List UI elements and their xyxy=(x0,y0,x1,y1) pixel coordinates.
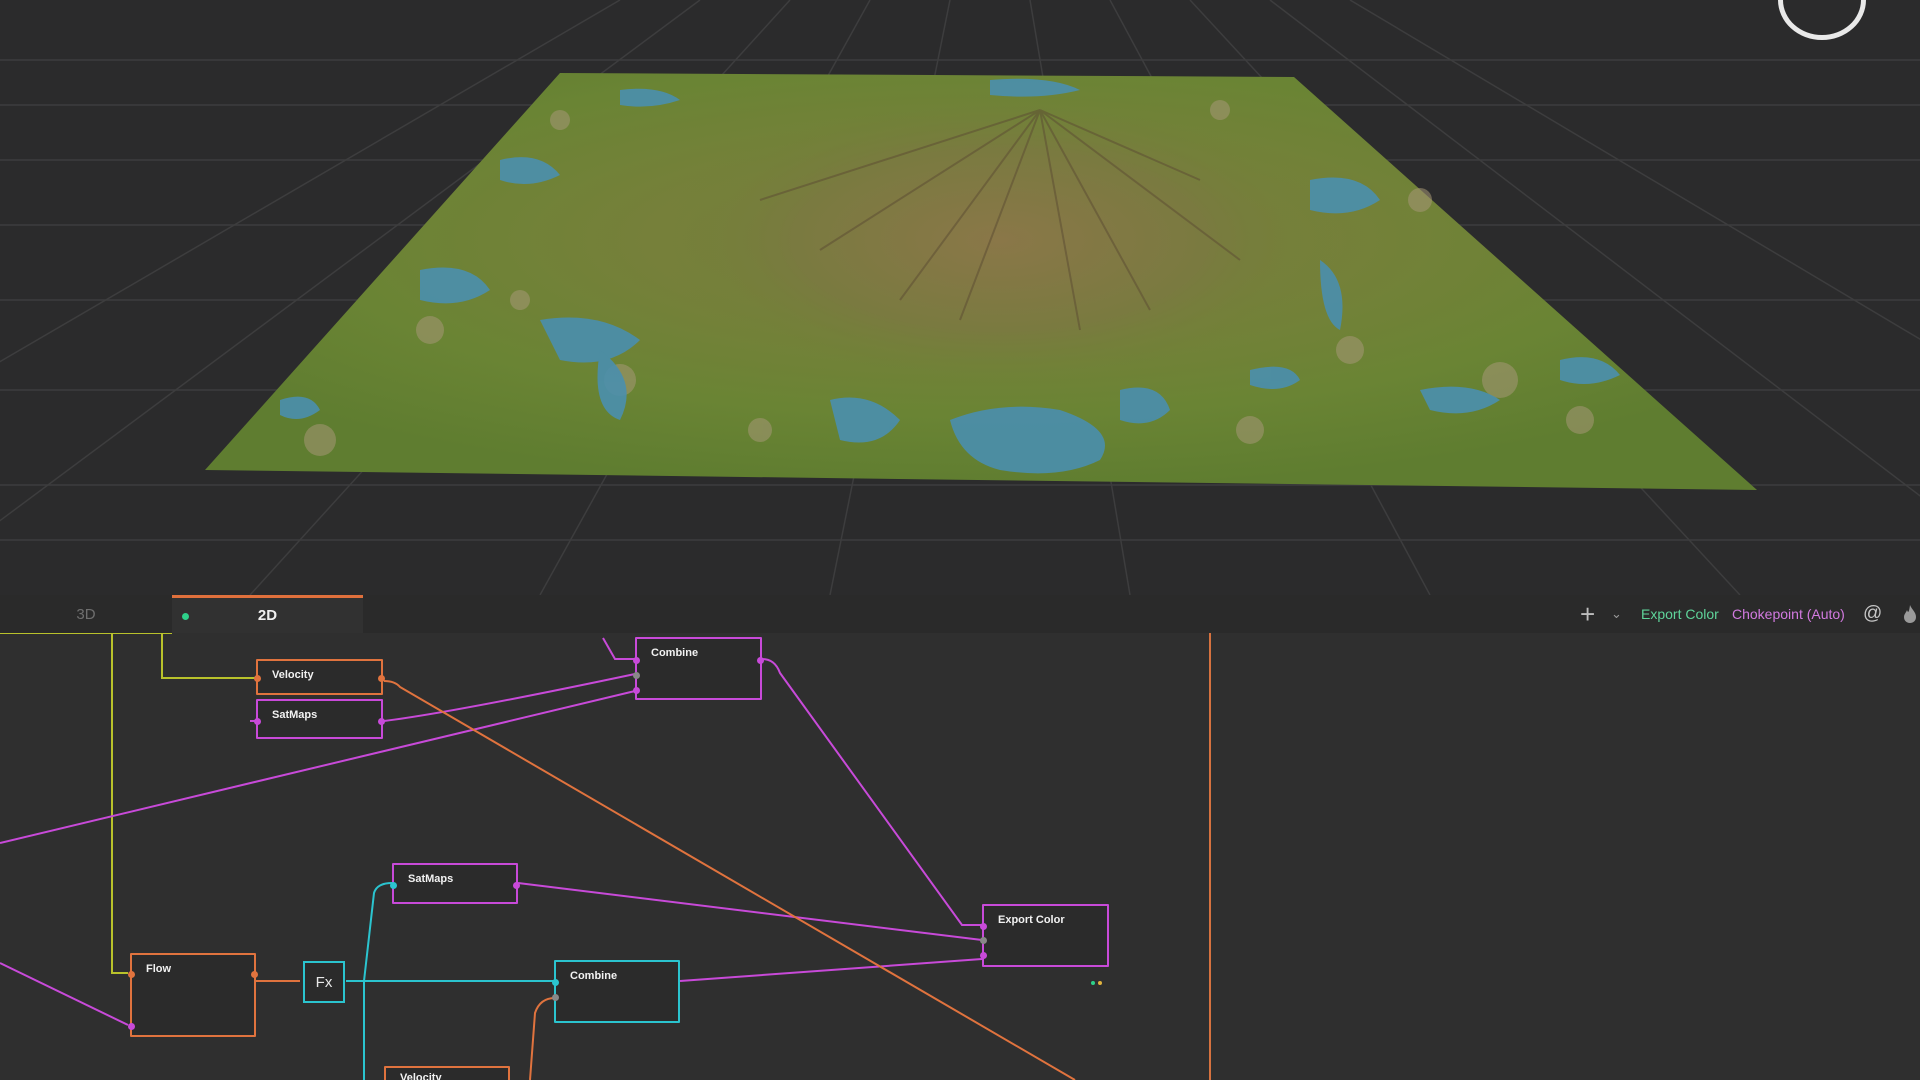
node-title: Velocity xyxy=(272,669,314,681)
wire-left-flow xyxy=(0,962,129,1026)
input-port[interactable] xyxy=(633,657,640,664)
node-fx[interactable]: Fx xyxy=(303,961,345,1003)
graph-tabbar: 3D 2D + ⌄ Export Color Chokepoint (Auto)… xyxy=(0,595,1920,633)
input-port[interactable] xyxy=(552,994,559,1001)
chokepoint-button[interactable]: Chokepoint (Auto) xyxy=(1732,595,1845,633)
node-title: Velocity xyxy=(400,1072,442,1080)
node-velocity-top[interactable]: Velocity xyxy=(254,659,385,695)
node-title: SatMaps xyxy=(408,873,454,885)
chokepoint-label: Chokepoint (Auto) xyxy=(1732,606,1845,622)
wire-combine-in xyxy=(602,637,635,660)
input-port[interactable] xyxy=(633,687,640,694)
tab-2d-label: 2D xyxy=(257,607,278,624)
input-port[interactable] xyxy=(254,675,261,682)
node-combine-bottom[interactable]: Combine xyxy=(552,960,680,1023)
input-port[interactable] xyxy=(390,882,397,889)
output-port[interactable] xyxy=(251,971,258,978)
node-title: Combine xyxy=(651,647,699,659)
wire-fx-satmaps xyxy=(363,882,393,982)
input-port[interactable] xyxy=(254,718,261,725)
wire-combine-export xyxy=(761,658,982,926)
node-export-color[interactable]: Export Color xyxy=(980,904,1109,967)
tab-3d[interactable]: 3D xyxy=(0,595,172,633)
active-indicator-icon xyxy=(182,613,189,620)
chevron-down-icon[interactable]: ⌄ xyxy=(1611,595,1622,633)
wire-satmaps-combine xyxy=(383,673,636,722)
node-title: Combine xyxy=(570,970,618,982)
input-port[interactable] xyxy=(633,672,640,679)
node-graph-canvas[interactable]: Velocity SatMaps Combine SatMaps Export … xyxy=(0,633,1920,1080)
plus-icon[interactable]: + xyxy=(1580,595,1595,633)
node-satmaps-mid[interactable]: SatMaps xyxy=(390,863,520,904)
output-port[interactable] xyxy=(513,882,520,889)
tab-3d-label: 3D xyxy=(76,605,96,623)
input-port[interactable] xyxy=(128,1023,135,1030)
input-port[interactable] xyxy=(980,952,987,959)
terrain-render xyxy=(0,0,1920,595)
node-satmaps-top[interactable]: SatMaps xyxy=(254,699,385,739)
output-port[interactable] xyxy=(378,675,385,682)
at-icon[interactable]: @ xyxy=(1863,595,1882,633)
export-color-label: Export Color xyxy=(1641,606,1719,622)
wire-yellow-velocity xyxy=(161,633,255,679)
viewport-3d[interactable] xyxy=(0,0,1920,595)
node-title: SatMaps xyxy=(272,709,318,721)
input-port[interactable] xyxy=(128,971,135,978)
node-flow[interactable]: Flow xyxy=(128,953,258,1037)
panel-divider[interactable] xyxy=(1209,633,1211,1080)
input-port[interactable] xyxy=(980,937,987,944)
export-status-indicator xyxy=(1091,972,1105,990)
flame-icon[interactable] xyxy=(1902,595,1918,633)
export-color-button[interactable]: Export Color xyxy=(1641,595,1719,633)
wire-combine-bottom-export xyxy=(679,958,983,982)
node-velocity-bottom[interactable]: Velocity xyxy=(384,1066,510,1080)
node-combine-top[interactable]: Combine xyxy=(633,637,764,700)
wire-yellow-flow xyxy=(111,633,128,974)
output-port[interactable] xyxy=(378,718,385,725)
output-port[interactable] xyxy=(757,657,764,664)
input-port[interactable] xyxy=(552,979,559,986)
node-title: Export Color xyxy=(998,914,1065,926)
input-port[interactable] xyxy=(980,923,987,930)
tab-2d[interactable]: 2D xyxy=(172,595,363,633)
node-title: Fx xyxy=(315,973,333,991)
wire-combine-velocity xyxy=(529,997,556,1080)
node-title: Flow xyxy=(146,963,172,975)
